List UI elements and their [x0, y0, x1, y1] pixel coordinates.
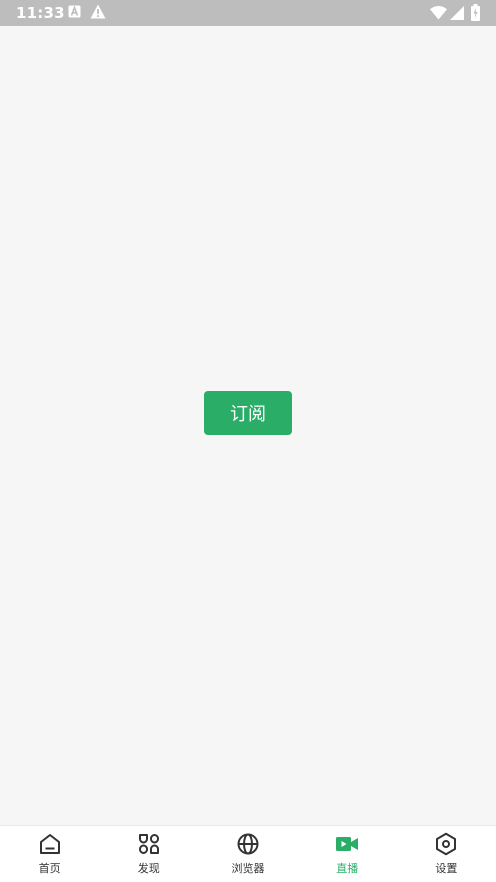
- signal-icon: [450, 6, 464, 20]
- battery-icon: [471, 4, 480, 21]
- settings-hexagon-icon: [436, 832, 457, 856]
- nav-label-discover: 发现: [137, 862, 160, 875]
- wifi-icon: [430, 6, 447, 20]
- a-notification-icon: [68, 5, 81, 18]
- bottom-nav: 首页 发现 浏览器 直播 设置: [0, 825, 496, 882]
- main-content: 订阅: [0, 26, 496, 825]
- nav-item-live[interactable]: 直播: [298, 826, 397, 882]
- home-icon: [39, 834, 60, 854]
- status-bar: 11:33: [0, 0, 496, 26]
- nav-label-settings: 设置: [435, 862, 458, 875]
- subscribe-button[interactable]: 订阅: [204, 391, 292, 435]
- globe-icon: [237, 833, 259, 855]
- nav-item-discover[interactable]: 发现: [99, 826, 198, 882]
- nav-label-live: 直播: [336, 862, 359, 875]
- status-time: 11:33: [16, 4, 65, 22]
- nav-label-browser: 浏览器: [231, 862, 265, 875]
- discover-icon: [138, 834, 159, 854]
- nav-label-home: 首页: [38, 862, 61, 875]
- video-camera-icon: [336, 837, 359, 851]
- nav-item-home[interactable]: 首页: [0, 826, 99, 882]
- warning-icon: [90, 4, 106, 19]
- nav-item-browser[interactable]: 浏览器: [198, 826, 297, 882]
- nav-item-settings[interactable]: 设置: [397, 826, 496, 882]
